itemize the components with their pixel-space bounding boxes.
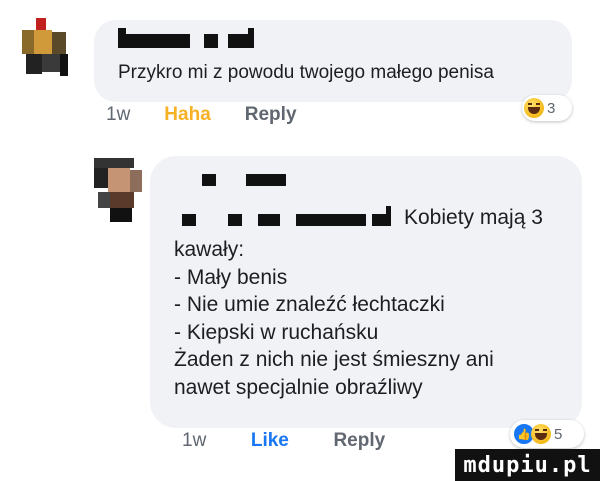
comment-line: - Mały benis bbox=[174, 265, 288, 289]
comment-text: kawały: - Mały benis - Nie umie znaleźć … bbox=[174, 236, 574, 401]
avatar-pixel bbox=[34, 30, 52, 54]
redacted-author-name[interactable] bbox=[202, 174, 322, 190]
avatar-pixel bbox=[36, 18, 46, 30]
haha-emoji-icon bbox=[531, 424, 551, 444]
avatar-comment-1[interactable] bbox=[22, 18, 72, 78]
comment-line: Żaden z nich nie jest śmieszny ani bbox=[174, 348, 494, 371]
comment-timestamp[interactable]: 1w bbox=[182, 430, 206, 451]
avatar-pixel bbox=[110, 192, 134, 208]
reactions-summary-2[interactable]: 👍 5 bbox=[510, 420, 584, 448]
reply-button[interactable]: Reply bbox=[333, 430, 385, 451]
reactions-summary-1[interactable]: 3 bbox=[522, 95, 572, 121]
avatar-pixel bbox=[26, 54, 42, 74]
redacted-text bbox=[182, 214, 196, 226]
comment-bubble-2: Kobiety mają 3 kawały: - Mały benis - Ni… bbox=[150, 156, 582, 428]
redacted-text bbox=[258, 214, 280, 226]
comment-bubble-1: Przykro mi z powodu twojego małego penis… bbox=[94, 20, 572, 102]
avatar-pixel bbox=[60, 54, 68, 76]
redacted-text bbox=[372, 214, 386, 226]
comment-actions-1: 1w Haha Reply bbox=[106, 104, 297, 128]
avatar-pixel bbox=[94, 168, 108, 188]
avatar-pixel bbox=[130, 170, 142, 192]
avatar-pixel bbox=[52, 32, 66, 54]
avatar-pixel bbox=[110, 208, 132, 222]
avatar-pixel bbox=[42, 54, 60, 72]
avatar-pixel bbox=[108, 168, 130, 192]
comment-line: - Nie umie znaleźć łechtaczki bbox=[174, 293, 445, 316]
avatar-pixel bbox=[98, 192, 110, 208]
comment-first-line: Kobiety mają 3 bbox=[174, 206, 574, 234]
reply-button[interactable]: Reply bbox=[245, 104, 297, 128]
comment-line: nawet specjalnie obraźliwy bbox=[174, 375, 423, 399]
comment-line: kawały: bbox=[174, 238, 245, 261]
watermark-logo: mdupiu.pl bbox=[455, 449, 600, 481]
avatar-comment-2[interactable] bbox=[94, 158, 148, 222]
comment-first-line-text: Kobiety mają 3 bbox=[404, 206, 543, 229]
redacted-text bbox=[228, 214, 242, 226]
comment-actions-2: 1w Like Reply bbox=[182, 430, 385, 454]
avatar-pixel bbox=[22, 30, 34, 54]
haha-emoji-icon bbox=[524, 98, 544, 118]
redacted-author-name[interactable] bbox=[118, 28, 298, 50]
reaction-count: 5 bbox=[554, 425, 563, 443]
comment-timestamp[interactable]: 1w bbox=[106, 104, 130, 128]
reaction-button[interactable]: Haha bbox=[164, 104, 210, 128]
redacted-text bbox=[296, 214, 366, 226]
comment-text: Przykro mi z powodu twojego małego penis… bbox=[118, 62, 494, 83]
like-button[interactable]: Like bbox=[251, 430, 289, 451]
comment-line: - Kiepski w ruchańsku bbox=[174, 320, 379, 344]
reaction-count: 3 bbox=[547, 99, 556, 117]
avatar-pixel bbox=[94, 158, 134, 168]
